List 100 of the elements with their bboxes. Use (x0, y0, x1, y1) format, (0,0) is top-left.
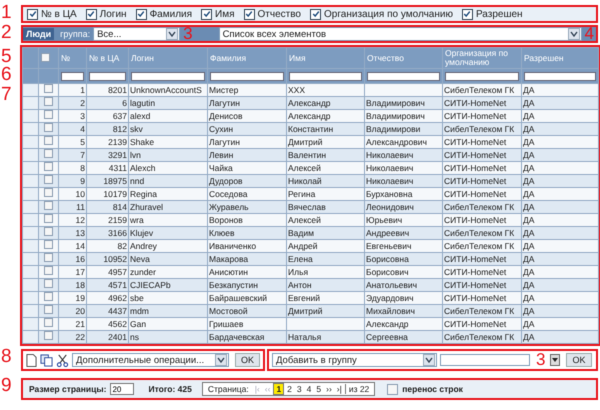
new-page-icon[interactable] (26, 354, 37, 366)
table-cell: Байрашевский (209, 292, 267, 302)
select-all-checkbox[interactable] (41, 52, 50, 62)
table-cell: lvn (130, 150, 141, 160)
list-select[interactable]: Список всех элементов (218, 27, 582, 41)
table-cell: Эдуардович (366, 292, 414, 302)
row-checkbox[interactable] (44, 266, 53, 275)
row-checkbox[interactable] (44, 98, 53, 106)
row-checkbox[interactable] (44, 150, 53, 158)
row-checkbox[interactable] (44, 280, 53, 288)
checkbox[interactable] (27, 8, 38, 20)
table-cell: Илья (288, 266, 308, 276)
table-cell: ДА (523, 98, 534, 108)
table-cell: Константин (288, 124, 334, 134)
checkbox[interactable] (310, 8, 321, 20)
table-cell: ДА (523, 280, 534, 290)
filter-field[interactable] (445, 72, 519, 80)
group-select[interactable]: Все... (93, 27, 180, 41)
table-cell: СИТИ-HomeNet (444, 110, 506, 120)
table-cell: 19 (76, 292, 85, 302)
filter-field[interactable] (131, 72, 205, 80)
page-link[interactable]: 2 (285, 384, 294, 394)
group-field[interactable] (440, 354, 530, 366)
copy-icon[interactable] (40, 354, 53, 366)
table-cell: Анисютин (209, 266, 248, 276)
row-checkbox[interactable] (44, 176, 53, 184)
table-cell: 812 (112, 124, 127, 134)
table-cell: Вадим (288, 228, 314, 238)
row-checkbox[interactable] (44, 228, 53, 236)
filter-field[interactable] (289, 72, 362, 80)
table-cell: Андрей (288, 240, 318, 250)
table-cell: alexd (130, 110, 150, 120)
last-page-link[interactable]: ›| (334, 384, 344, 394)
table-cell: Дудоров (209, 176, 243, 186)
add-to-group-select[interactable]: Добавить в группу (272, 353, 438, 367)
table-cell: 10952 (103, 254, 127, 264)
table-cell: ДА (523, 176, 534, 186)
table-cell: XXX (288, 84, 306, 94)
page-size-label: Размер страницы: (29, 384, 106, 394)
checkbox[interactable] (462, 8, 473, 20)
page-size-field[interactable]: 20 (110, 383, 134, 395)
row-checkbox[interactable] (44, 318, 53, 327)
row-checkbox[interactable] (44, 214, 53, 223)
row-checkbox[interactable] (44, 332, 53, 340)
page-link[interactable]: 3 (294, 384, 304, 394)
table-cell: ДА (523, 332, 534, 342)
checkbox[interactable] (201, 8, 212, 20)
filter-field[interactable] (367, 72, 440, 80)
table-cell: ДА (523, 84, 534, 94)
row-checkbox[interactable] (44, 162, 53, 171)
scissors-icon[interactable] (56, 354, 69, 366)
ok-button[interactable]: OK (566, 353, 592, 367)
row-checkbox[interactable] (44, 188, 53, 197)
checkbox-label: № в ЦА (41, 8, 77, 20)
row-checkbox[interactable] (44, 202, 53, 210)
row-checkbox[interactable] (44, 254, 53, 262)
table-cell: Бардачевская (209, 332, 264, 342)
filter-field[interactable] (210, 72, 284, 80)
checkbox[interactable] (136, 8, 147, 20)
table-cell: Мистер (209, 84, 238, 94)
filter-field[interactable] (524, 72, 596, 80)
page-link[interactable]: 1 (273, 383, 284, 395)
operations-select[interactable]: Дополнительные операции... (72, 353, 229, 367)
table-cell: ДА (523, 162, 534, 172)
row-checkbox[interactable] (44, 84, 53, 93)
table-cell: lagutin (130, 98, 156, 108)
ok-button[interactable]: OK (235, 353, 260, 367)
filter-field[interactable] (61, 72, 84, 80)
table-cell: ДА (523, 124, 534, 134)
table-cell: Мостовой (209, 306, 248, 316)
table-cell: ДА (523, 266, 534, 276)
table-cell: ДА (523, 292, 534, 302)
page-link[interactable]: 5 (314, 384, 324, 394)
checkbox[interactable] (244, 8, 255, 20)
table-cell: Александр (366, 318, 409, 328)
filter-field[interactable] (89, 72, 126, 80)
table-cell: 13 (76, 228, 85, 238)
row-checkbox[interactable] (44, 124, 53, 132)
table-cell: 18 (76, 280, 85, 290)
table-cell: СибелТелеком ГК (444, 124, 514, 134)
table-cell: СИТИ-HomeNet (444, 136, 506, 146)
table-cell: mdm (130, 306, 149, 316)
dropdown-button[interactable] (550, 354, 560, 366)
row-checkbox[interactable] (44, 136, 53, 145)
table-cell: Лагутин (209, 98, 240, 108)
checkbox[interactable] (387, 384, 398, 394)
next-page-link[interactable]: ›› (324, 384, 334, 394)
checkbox-label: Логин (100, 8, 127, 20)
table-cell: Денисов (209, 110, 243, 120)
table-cell: Дмитрий (288, 306, 322, 316)
table-cell: Регина (288, 188, 316, 198)
row-checkbox[interactable] (44, 240, 53, 249)
row-checkbox[interactable] (44, 306, 53, 314)
row-checkbox[interactable] (44, 110, 53, 119)
page-link[interactable]: 4 (304, 384, 314, 394)
row-checkbox[interactable] (44, 292, 53, 301)
checkbox[interactable] (86, 8, 97, 20)
table-cell: Neva (130, 254, 150, 264)
table-cell: Николаевич (366, 162, 414, 172)
table-cell: Сухин (209, 124, 234, 134)
